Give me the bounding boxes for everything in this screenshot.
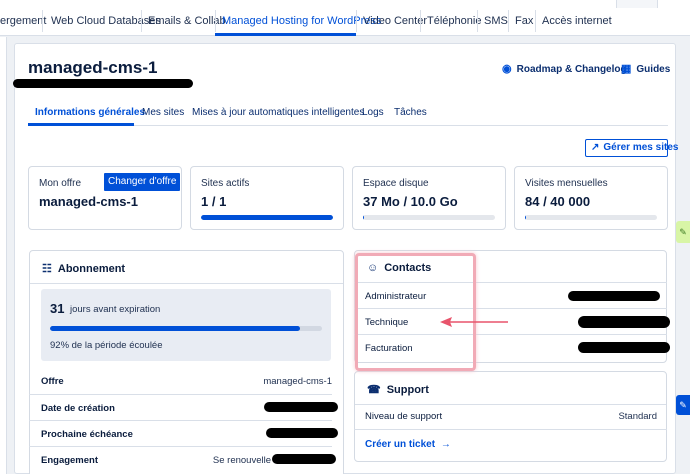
card-sites-progress-fill: [201, 215, 333, 220]
expiration-progress-fill: [50, 326, 301, 331]
manage-sites-label: Gérer mes sites: [603, 142, 679, 153]
card-disk-label: Espace disque: [363, 178, 429, 189]
expiration-panel: 31 jours avant expiration 92% de la péri…: [41, 289, 331, 361]
nav-tab-video-center[interactable]: Video Center: [363, 0, 427, 36]
guides-link[interactable]: ▦ Guides: [621, 62, 670, 75]
nav-tab-web-cloud-databases[interactable]: Web Cloud Databases: [51, 0, 161, 36]
card-offer-label: Mon offre: [39, 178, 82, 189]
card-monthly-visits: Visites mensuelles 84 / 40 000: [514, 166, 668, 230]
card-offer-value: managed-cms-1: [39, 194, 138, 209]
nav-tab-managed-wordpress[interactable]: Managed Hosting for WordPress: [222, 0, 381, 36]
days-left-number: 31: [50, 301, 65, 316]
support-level-value: Standard: [618, 411, 657, 422]
nav-tab-acces-internet[interactable]: Accès internet: [542, 0, 612, 36]
row-value: managed-cms-1: [263, 376, 332, 387]
tab-mises-a-jour[interactable]: Mises à jour automatiques intelligentes: [192, 107, 364, 118]
section-tabs: Informations générales Mes sites Mises à…: [28, 101, 668, 126]
card-sites-label: Sites actifs: [201, 178, 250, 189]
row-key: Date de création: [41, 403, 115, 414]
redacted-next-due-date: [266, 428, 338, 438]
annotation-highlight-box: [355, 253, 476, 371]
card-visits-label: Visites mensuelles: [525, 178, 608, 189]
nav-divider: [141, 10, 142, 32]
card-sites-value: 1 / 1: [201, 194, 227, 209]
card-disk-value: 37 Mo / 10.0 Go: [363, 194, 458, 209]
tab-mes-sites[interactable]: Mes sites: [142, 107, 184, 118]
nav-active-indicator: [215, 33, 356, 36]
subscription-header: ☷ Abonnement: [42, 262, 125, 275]
nav-divider: [356, 10, 357, 32]
nav-tab-sms[interactable]: SMS: [484, 0, 508, 36]
row-key: Prochaine échéance: [41, 429, 133, 440]
card-disk-space: Espace disque 37 Mo / 10.0 Go: [352, 166, 506, 230]
nav-tab-telephonie[interactable]: Téléphonie: [427, 0, 481, 36]
redacted-creation-date: [264, 402, 338, 412]
arrow-right-icon: →: [440, 439, 451, 450]
feedback-side-tab[interactable]: ✎: [676, 221, 690, 243]
support-header: ☎ Support: [367, 383, 429, 396]
card-visits-progress: [525, 215, 657, 220]
nav-divider: [215, 10, 216, 32]
support-level-label: Niveau de support: [365, 411, 443, 422]
divider: [30, 283, 343, 284]
redacted-service-id: [13, 79, 193, 88]
card-visits-value: 84 / 40 000: [525, 194, 591, 209]
redacted-billing-contact: [578, 342, 670, 353]
github-icon: ◉: [502, 63, 512, 75]
subscription-title: Abonnement: [57, 263, 126, 275]
nav-divider: [477, 10, 478, 32]
support-title: Support: [386, 384, 429, 396]
external-link-icon: ↗: [591, 142, 600, 153]
tab-logs[interactable]: Logs: [362, 107, 384, 118]
edit-icon: ✎: [679, 227, 687, 237]
calendar-icon: ☷: [42, 263, 52, 275]
headset-icon: ☎: [367, 384, 381, 396]
manage-sites-button[interactable]: ↗ Gérer mes sites: [585, 139, 678, 157]
row-value: Se renouvelle: [212, 455, 271, 466]
row-key: Offre: [41, 376, 64, 387]
tab-informations-generales[interactable]: Informations générales: [35, 107, 145, 118]
redacted-technical-contact: [578, 316, 670, 328]
card-sites-progress: [201, 215, 333, 220]
days-left-text: jours avant expiration: [70, 304, 161, 315]
change-offer-button[interactable]: Changer d'offre: [104, 173, 181, 191]
top-corner-strip: [616, 0, 658, 8]
nav-divider: [508, 10, 509, 32]
redacted-engagement: [272, 454, 336, 464]
elapsed-text: 92% de la période écoulée: [50, 340, 163, 351]
book-icon: ▦: [621, 63, 632, 75]
card-disk-progress: [363, 215, 495, 220]
chat-side-tab[interactable]: ✎: [676, 395, 690, 415]
row-key: Engagement: [41, 455, 99, 466]
nav-tab-hosting[interactable]: ergement: [0, 0, 46, 36]
nav-divider: [42, 10, 43, 32]
support-level-row: Niveau de support Standard: [354, 403, 667, 429]
nav-divider: [535, 10, 536, 32]
tab-taches[interactable]: Tâches: [394, 107, 427, 118]
top-navigation: ergement Web Cloud Databases Emails & Co…: [0, 0, 690, 36]
card-offer: Mon offre Changer d'offre managed-cms-1: [28, 166, 182, 230]
divider: [354, 429, 667, 430]
create-ticket-label: Créer un ticket: [365, 439, 436, 450]
roadmap-link-label: Roadmap & Changelog: [516, 64, 627, 75]
nav-tab-emails-collab[interactable]: Emails & Collab: [148, 0, 226, 36]
create-ticket-link[interactable]: Créer un ticket →: [365, 439, 451, 450]
chat-icon: ✎: [679, 400, 687, 410]
left-side-panel: [0, 37, 7, 474]
expiration-progress: [50, 326, 322, 331]
roadmap-link[interactable]: ◉ Roadmap & Changelog: [502, 62, 627, 75]
card-active-sites: Sites actifs 1 / 1: [190, 166, 344, 230]
tab-active-indicator: [28, 123, 134, 126]
nav-divider: [420, 10, 421, 32]
annotation-arrow: [440, 317, 508, 327]
guides-link-label: Guides: [636, 64, 671, 75]
page-title: managed-cms-1: [28, 58, 158, 77]
subscription-row-offre: Offre managed-cms-1: [29, 368, 332, 394]
redacted-admin-contact: [568, 291, 660, 301]
nav-tab-fax[interactable]: Fax: [515, 0, 533, 36]
